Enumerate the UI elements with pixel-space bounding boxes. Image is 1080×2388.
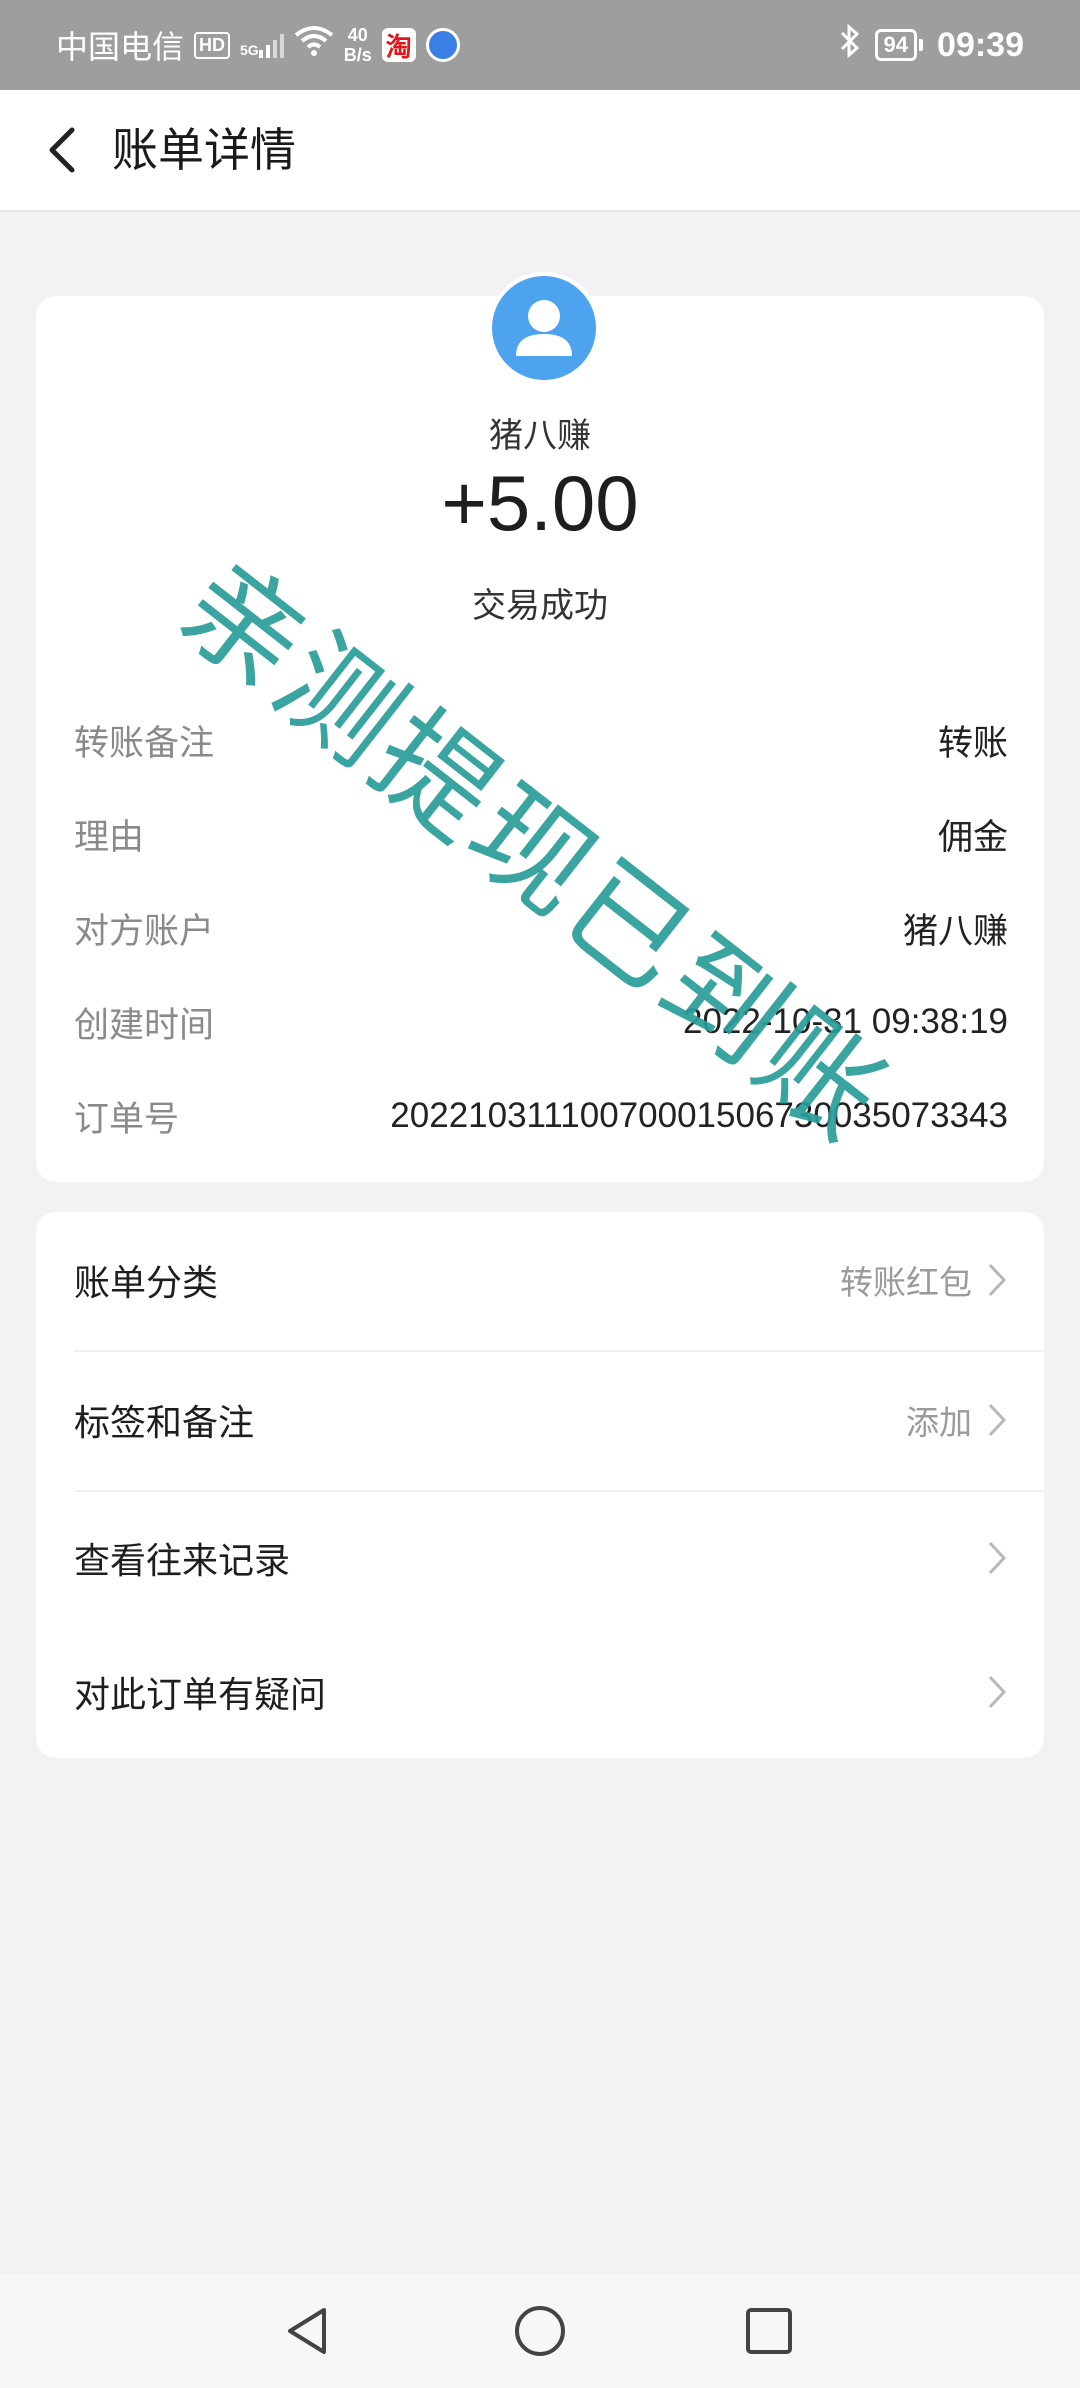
triangle-back-icon xyxy=(288,2308,326,2354)
battery-level: 94 xyxy=(874,29,918,61)
detail-label: 对方账户 xyxy=(74,911,215,952)
status-bar-right: 94 09:39 xyxy=(839,0,1024,90)
menu-item-label: 账单分类 xyxy=(74,1263,219,1304)
menu-item-history[interactable]: 查看往来记录 xyxy=(74,1518,1008,1598)
page-title: 账单详情 xyxy=(112,123,296,177)
chevron-right-icon xyxy=(988,1263,1007,1297)
menu-item-label: 标签和备注 xyxy=(74,1403,255,1444)
taobao-app-icon: 淘 xyxy=(381,28,416,62)
menu-item-value: 转账红包 xyxy=(840,1263,972,1302)
nav-recent-button[interactable] xyxy=(734,2296,804,2366)
avatar[interactable] xyxy=(488,272,600,384)
divider xyxy=(74,1490,1044,1492)
menu-item-tags-notes[interactable]: 标签和备注 添加 xyxy=(74,1380,1008,1460)
detail-row-order-number: 订单号 20221031110070001506730035073343 xyxy=(74,1086,1008,1146)
nav-home-button[interactable] xyxy=(505,2296,575,2366)
detail-value: 佣金 xyxy=(937,817,1008,857)
detail-row-reason: 理由 佣金 xyxy=(74,804,1008,864)
chevron-left-icon xyxy=(49,127,75,173)
chevron-right-icon xyxy=(988,1675,1007,1709)
transaction-status: 交易成功 xyxy=(472,586,608,626)
square-recent-icon xyxy=(746,2308,792,2354)
hd-badge: HD xyxy=(194,31,231,59)
battery-icon: 94 xyxy=(874,29,924,61)
network-speed: 40 B/s xyxy=(343,25,372,65)
detail-label: 订单号 xyxy=(74,1099,180,1140)
app-notification-icon xyxy=(425,28,460,62)
status-bar: 中国电信 HD 5G 40 B/s 淘 94 09:39 xyxy=(0,0,1080,90)
nav-back-button[interactable] xyxy=(274,2296,344,2366)
payer-name: 猪八赚 xyxy=(489,416,591,456)
detail-label: 转账备注 xyxy=(74,723,215,764)
detail-row-created-time: 创建时间 2022-10-31 09:38:19 xyxy=(74,992,1008,1052)
detail-value: 2022-10-31 09:38:19 xyxy=(683,1002,1008,1041)
chevron-right-icon xyxy=(988,1541,1007,1575)
detail-row-counterparty: 对方账户 猪八赚 xyxy=(74,898,1008,958)
menu-item-bill-category[interactable]: 账单分类 转账红包 xyxy=(74,1240,1008,1320)
menu-item-label: 对此订单有疑问 xyxy=(74,1675,327,1716)
divider xyxy=(74,1350,1044,1352)
detail-value[interactable]: 20221031110070001506730035073343 xyxy=(390,1096,1008,1136)
menu-item-value: 添加 xyxy=(906,1403,972,1442)
network-tag: 5G xyxy=(240,42,259,58)
transaction-amount: +5.00 xyxy=(441,459,639,547)
detail-value: 转账 xyxy=(937,723,1008,763)
wifi-icon xyxy=(294,25,334,65)
signal-icon: 5G xyxy=(240,32,284,58)
user-icon xyxy=(516,300,572,356)
detail-value: 猪八赚 xyxy=(902,911,1008,951)
menu-item-label: 查看往来记录 xyxy=(74,1541,291,1582)
bluetooth-icon xyxy=(839,23,861,67)
detail-label: 理由 xyxy=(74,817,145,858)
app-header: 账单详情 xyxy=(0,90,1080,212)
detail-row-remark: 转账备注 转账 xyxy=(74,710,1008,770)
back-button[interactable] xyxy=(36,120,96,180)
carrier-name: 中国电信 xyxy=(56,29,185,65)
chevron-right-icon xyxy=(988,1403,1007,1437)
system-navigation-bar xyxy=(0,2274,1080,2388)
detail-label: 创建时间 xyxy=(74,1005,215,1046)
clock: 09:39 xyxy=(937,25,1024,64)
status-bar-left: 中国电信 HD 5G 40 B/s 淘 xyxy=(56,0,460,90)
circle-home-icon xyxy=(515,2306,565,2356)
menu-item-order-question[interactable]: 对此订单有疑问 xyxy=(74,1652,1008,1732)
